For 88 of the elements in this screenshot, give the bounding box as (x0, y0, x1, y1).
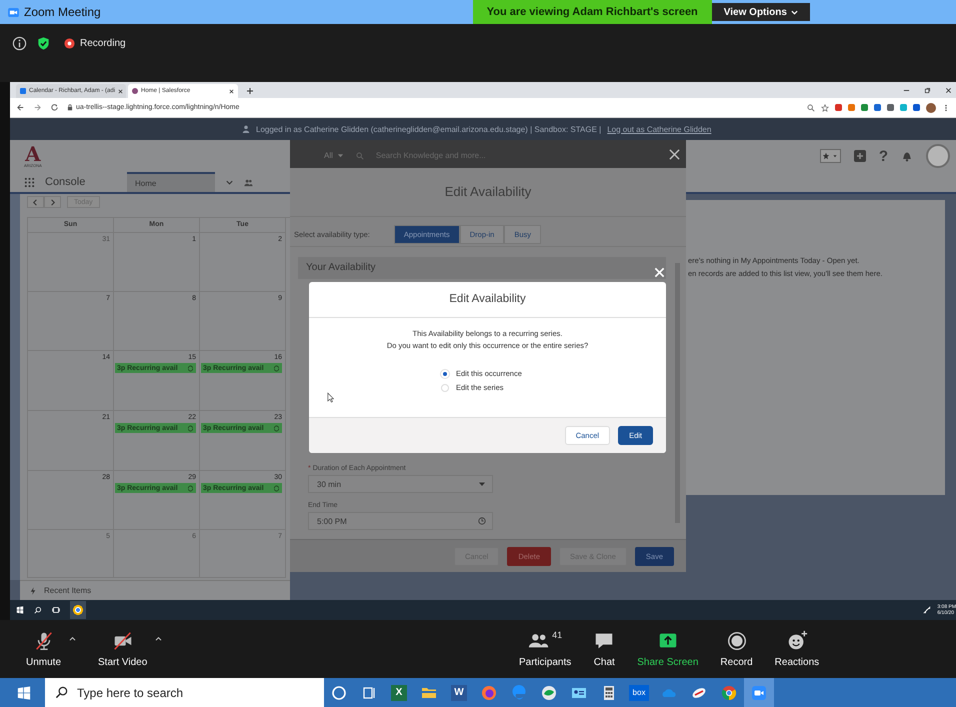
video-camera-icon (751, 684, 767, 700)
user-icon (242, 125, 250, 133)
search-icon (55, 686, 68, 699)
close-icon[interactable] (945, 86, 952, 94)
search-field[interactable]: Type here to search (45, 678, 324, 707)
close-icon[interactable] (118, 88, 124, 94)
start-video-button[interactable]: Start Video (94, 630, 152, 668)
mouse-pointer-icon (327, 392, 334, 403)
dialog-title: Edit Availability (309, 282, 666, 318)
recording-label: Recording (80, 38, 126, 49)
task-view-icon (361, 684, 377, 700)
search-icon (356, 152, 364, 160)
task-view-icon[interactable] (52, 606, 60, 614)
search-scope-dropdown[interactable]: All (324, 151, 344, 160)
duration-dropdown[interactable]: 30 min (308, 475, 493, 493)
star-icon (822, 151, 830, 161)
recurring-icon (187, 364, 194, 372)
app-launcher-icon[interactable] (24, 176, 35, 188)
chevron-left-icon (32, 198, 39, 206)
chrome-icon[interactable] (70, 601, 86, 619)
firefox-icon (481, 684, 497, 700)
panel-title: Edit Availability (290, 168, 686, 217)
window-title: Zoom Meeting (24, 5, 101, 19)
participants-button[interactable]: 41 Participants (515, 630, 576, 668)
recurring-icon (273, 424, 280, 432)
logout-link[interactable]: Log out as Catherine Glidden (607, 124, 712, 134)
forward-icon[interactable] (33, 103, 42, 112)
calculator-icon (601, 684, 617, 700)
user-avatar[interactable] (926, 144, 950, 168)
chevron-right-icon (49, 198, 56, 206)
participant-count: 41 (552, 630, 562, 640)
chat-button[interactable]: Chat (589, 630, 620, 668)
recurring-icon (187, 424, 194, 432)
edge-icon (511, 684, 527, 700)
shield-icon[interactable] (36, 36, 51, 51)
next-button[interactable] (44, 196, 61, 208)
lightning-icon (30, 586, 36, 594)
favorites-button[interactable] (820, 149, 841, 163)
circle-icon (331, 684, 347, 700)
close-icon[interactable] (669, 149, 680, 160)
excel-taskbar-button[interactable]: X (384, 678, 414, 707)
chevron-down-icon (790, 10, 798, 14)
app-name: Console (45, 176, 86, 188)
search-icon[interactable] (34, 606, 42, 614)
zoom-taskbar-button[interactable] (744, 678, 774, 707)
chrome-icon (721, 684, 737, 700)
lock-icon (67, 104, 73, 111)
record-icon (726, 630, 748, 652)
caret-up-icon[interactable] (155, 636, 162, 641)
reload-icon[interactable] (50, 103, 59, 112)
screen-share-banner: You are viewing Adam Richbart's screen (472, 0, 712, 24)
star-icon[interactable] (821, 104, 829, 112)
clock-icon (478, 517, 486, 525)
previous-button[interactable] (27, 196, 44, 208)
help-button[interactable]: ? (878, 148, 888, 164)
end-time-field[interactable]: 5:00 PM (308, 512, 493, 530)
section-header: Your Availability (298, 256, 666, 279)
unmute-button[interactable]: Unmute (22, 630, 66, 668)
login-text: Logged in as Catherine Glidden (catherineglidden@email.arizona.edu.stage) | Sandbox: STAGE | (256, 124, 602, 134)
video-off-icon (112, 630, 134, 652)
reactions-button[interactable]: Reactions (770, 630, 824, 668)
info-icon[interactable] (12, 36, 27, 51)
zoom-icon[interactable] (807, 104, 815, 112)
back-icon[interactable] (16, 103, 25, 112)
caret-up-icon[interactable] (69, 636, 76, 641)
logo-letter: A (25, 144, 41, 164)
windows-icon[interactable] (16, 606, 24, 614)
new-tab-icon[interactable] (246, 87, 254, 95)
recurring-icon (273, 484, 280, 492)
nav-tab[interactable]: Home (127, 172, 215, 192)
recording-icon (64, 38, 75, 49)
caret-icon (336, 152, 344, 159)
share-screen-button[interactable]: Share Screen (633, 630, 702, 668)
camera-icon (8, 8, 19, 16)
add-icon[interactable] (852, 149, 867, 163)
recurring-icon (187, 484, 194, 492)
recent-items-button[interactable]: Recent Items (44, 586, 92, 595)
caret-icon (478, 480, 486, 488)
recurring-icon (273, 364, 280, 372)
close-icon[interactable] (229, 88, 234, 94)
view-options-button[interactable]: View Options (712, 3, 810, 21)
word-taskbar-button[interactable]: W (444, 678, 474, 707)
restore-icon[interactable] (924, 86, 931, 94)
people-icon[interactable] (244, 178, 253, 186)
profile-avatar[interactable] (926, 102, 936, 112)
record-button[interactable]: Record (716, 630, 757, 668)
globe-icon (541, 684, 557, 700)
box-taskbar-button[interactable]: box (624, 678, 654, 707)
